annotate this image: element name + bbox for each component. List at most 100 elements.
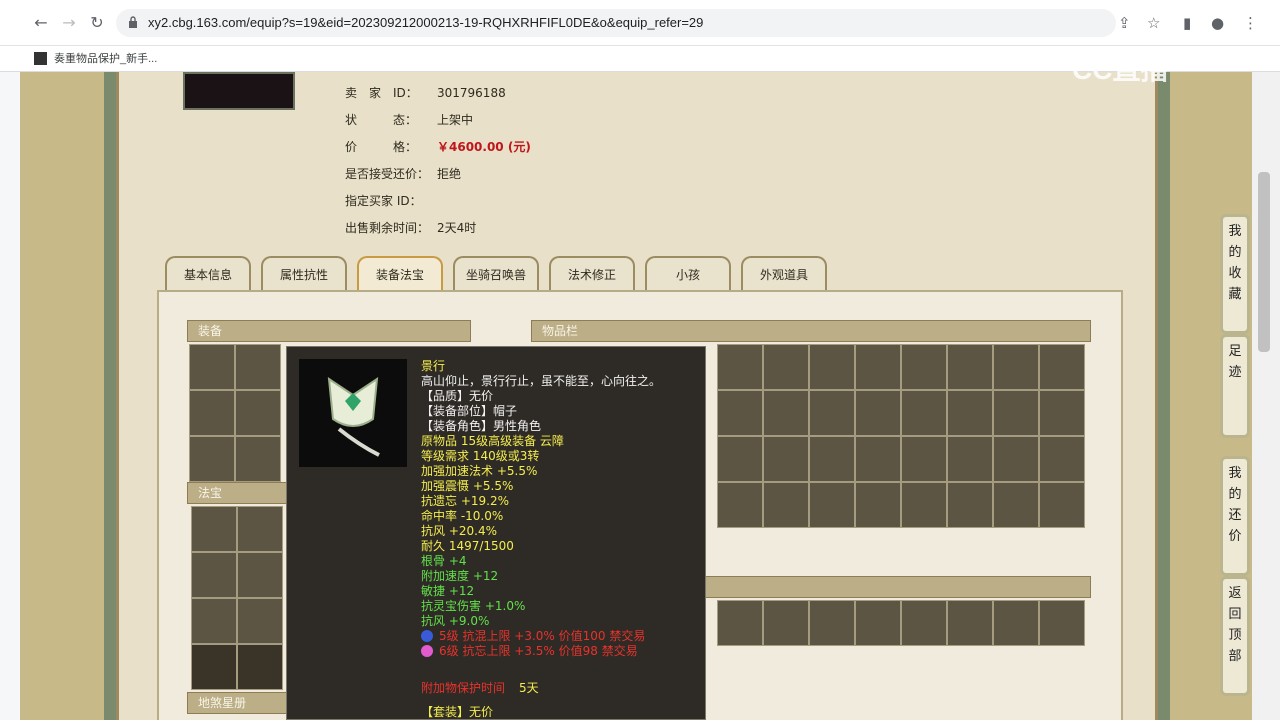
fabao-slot[interactable] [237, 552, 283, 598]
equip-slot[interactable] [235, 390, 281, 436]
inventory-header: 物品栏 [531, 320, 1091, 342]
forward-icon[interactable]: → [60, 14, 78, 32]
address-bar[interactable]: xy2.cbg.163.com/equip?s=19&eid=202309212… [116, 9, 1116, 37]
menu-icon[interactable]: ⋮ [1243, 14, 1258, 32]
inventory-slot[interactable] [1039, 344, 1085, 390]
tab-child[interactable]: 小孩 [645, 256, 731, 292]
equip-slot[interactable] [189, 344, 235, 390]
inventory-slot[interactable] [717, 600, 763, 646]
inventory-slot[interactable] [993, 390, 1039, 436]
inventory-slot[interactable] [809, 600, 855, 646]
fabao-slot[interactable] [237, 598, 283, 644]
inventory-slot[interactable] [1039, 600, 1085, 646]
inventory-slot[interactable] [901, 344, 947, 390]
inventory-slot[interactable] [717, 482, 763, 528]
equip-slot[interactable] [189, 436, 235, 482]
tab-equipment[interactable]: 装备法宝 [357, 256, 443, 292]
inventory-slot[interactable] [1039, 436, 1085, 482]
inventory-slot[interactable] [947, 482, 993, 528]
equip-slot[interactable] [235, 436, 281, 482]
inventory-slot[interactable] [809, 390, 855, 436]
inventory-slot[interactable] [763, 390, 809, 436]
fabao-slot-empty[interactable] [237, 644, 283, 690]
inventory-slot[interactable] [763, 344, 809, 390]
item-thumbnail [183, 72, 295, 110]
inventory-slot[interactable] [901, 600, 947, 646]
inventory-slot[interactable] [855, 482, 901, 528]
equipment-header: 装备 [187, 320, 471, 342]
gem-line: 5级 抗混上限 +3.0% 价值100 禁交易 [421, 629, 645, 644]
helmet-icon [327, 376, 380, 457]
item-bonus-line: 根骨 +4 [421, 554, 467, 568]
inventory-slot[interactable] [993, 482, 1039, 528]
share-icon[interactable]: ⇪ [1118, 14, 1131, 32]
inventory-slot[interactable] [717, 344, 763, 390]
item-bonus-line: 抗风 +9.0% [421, 614, 490, 628]
fabao-slot-empty[interactable] [191, 644, 237, 690]
inventory-slot[interactable] [855, 436, 901, 482]
inventory-slot[interactable] [763, 436, 809, 482]
inventory-slot[interactable] [947, 436, 993, 482]
favorites-button[interactable]: 我的收藏 [1220, 214, 1250, 334]
my-offers-button[interactable]: 我的还价 [1220, 456, 1250, 576]
item-name: 景行 [421, 359, 446, 373]
tab-basic-info[interactable]: 基本信息 [165, 256, 251, 292]
inventory-slot[interactable] [947, 600, 993, 646]
bookmark-item[interactable]: 奏重物品保护_新手... [54, 50, 157, 66]
tab-attributes[interactable]: 属性抗性 [261, 256, 347, 292]
tab-spell-mods[interactable]: 法术修正 [549, 256, 635, 292]
inventory-slot[interactable] [901, 482, 947, 528]
back-icon[interactable]: ← [32, 14, 50, 32]
item-stat-line: 等级需求 140级或3转 [421, 449, 540, 463]
fabao-slot[interactable] [191, 598, 237, 644]
item-stat-line: 耐久 1497/1500 [421, 539, 514, 553]
inventory-slot[interactable] [809, 436, 855, 482]
item-attr-line: 【装备角色】男性角色 [421, 419, 542, 433]
item-description: 高山仰止，景行行止，虽不能至，心向往之。 [421, 374, 662, 388]
footprint-button[interactable]: 足迹 [1220, 334, 1250, 438]
scrollbar-thumb[interactable] [1258, 172, 1270, 352]
tab-appearance[interactable]: 外观道具 [741, 256, 827, 292]
inventory-slot[interactable] [1039, 390, 1085, 436]
inventory-slot[interactable] [855, 390, 901, 436]
inventory-slot[interactable] [993, 344, 1039, 390]
item-stat-line: 抗风 +20.4% [421, 524, 497, 538]
inventory-slot[interactable] [947, 344, 993, 390]
protect-time-row: 附加物保护时间 5天 [421, 681, 539, 695]
fabao-slot[interactable] [191, 552, 237, 598]
time-left-row: 出售剩余时间： 2天4时 [345, 221, 477, 235]
equip-slot[interactable] [235, 344, 281, 390]
equip-slot[interactable] [189, 390, 235, 436]
inventory-slot[interactable] [855, 600, 901, 646]
bargain-row: 是否接受还价： 拒绝 [345, 167, 462, 181]
item-bonus-line: 抗灵宝伤害 +1.0% [421, 599, 526, 613]
item-stat-line: 原物品 15级高级装备 云障 [421, 434, 564, 448]
fabao-slot[interactable] [191, 506, 237, 552]
inventory-slot[interactable] [763, 482, 809, 528]
set-line: 【套装】无价 [421, 705, 494, 719]
inventory-slot[interactable] [993, 436, 1039, 482]
inventory-slot[interactable] [855, 344, 901, 390]
inventory-slot[interactable] [717, 390, 763, 436]
buyer-id-row: 指定买家 ID： [345, 194, 422, 208]
back-to-top-button[interactable]: 返回顶部 [1220, 576, 1250, 696]
inventory-slot[interactable] [901, 390, 947, 436]
url-text: xy2.cbg.163.com/equip?s=19&eid=202309212… [148, 15, 704, 30]
item-stat-line: 加强加速法术 +5.5% [421, 464, 538, 478]
sidepanel-icon[interactable]: ▮ [1183, 14, 1191, 32]
inventory-slot[interactable] [809, 344, 855, 390]
inventory-slot[interactable] [901, 436, 947, 482]
inventory-slot[interactable] [947, 390, 993, 436]
profile-icon[interactable]: ● [1211, 14, 1224, 32]
reload-icon[interactable]: ↻ [88, 14, 106, 32]
scrollbar[interactable] [1252, 72, 1280, 720]
inventory-slot[interactable] [1039, 482, 1085, 528]
item-stat-line: 抗遗忘 +19.2% [421, 494, 509, 508]
fabao-slot[interactable] [237, 506, 283, 552]
inventory-slot[interactable] [717, 436, 763, 482]
tab-mounts-pets[interactable]: 坐骑召唤兽 [453, 256, 539, 292]
inventory-slot[interactable] [763, 600, 809, 646]
star-icon[interactable]: ☆ [1147, 14, 1160, 32]
inventory-slot[interactable] [993, 600, 1039, 646]
inventory-slot[interactable] [809, 482, 855, 528]
